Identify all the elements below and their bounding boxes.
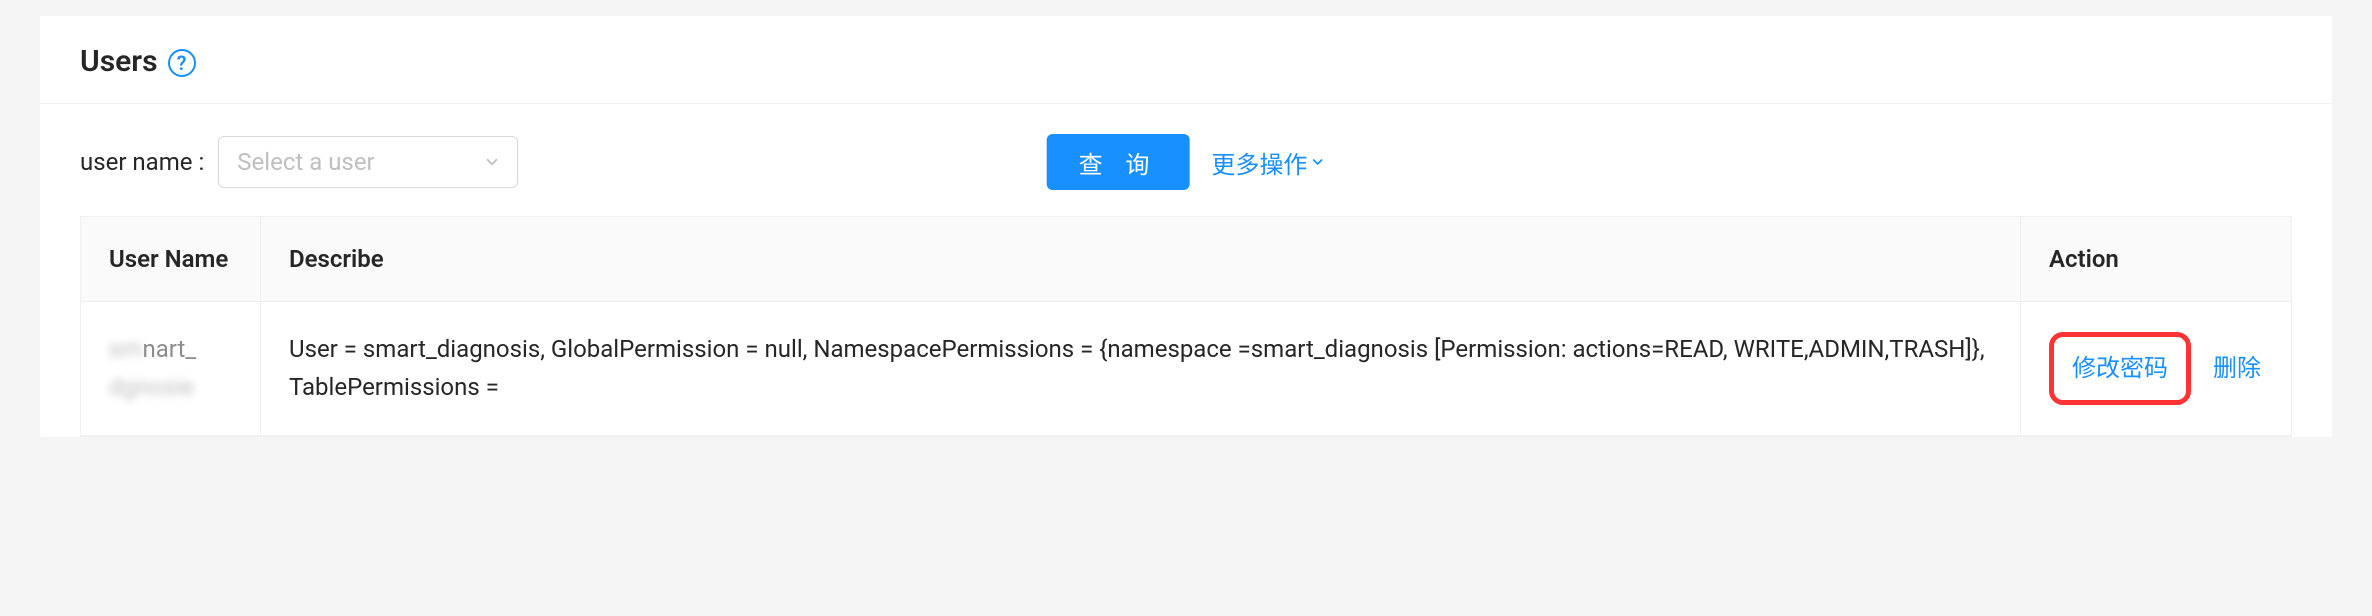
table-header-row: User Name Describe Action [81,217,2291,302]
help-icon[interactable]: ? [168,49,196,77]
user-name-label: user name : [80,148,204,176]
table-row: smnart_ dgnosie User = smart_diagnosis, … [81,302,2291,436]
col-header-describe: Describe [261,217,2021,302]
change-password-highlight: 修改密码 [2049,332,2191,404]
users-table: User Name Describe Action smnart_ dgnosi… [80,216,2292,437]
page-title: Users [80,44,158,79]
username-blur-line2: dgnosie [109,368,232,406]
col-header-username: User Name [81,217,261,302]
username-blur-prefix: sm [109,335,142,363]
cell-action: 修改密码 删除 [2021,302,2291,436]
users-card: Users ? user name : Select a user 查 询 更多… [40,16,2332,437]
chevron-down-icon [1309,148,1325,176]
cell-describe: User = smart_diagnosis, GlobalPermission… [261,302,2021,436]
table-wrap: User Name Describe Action smnart_ dgnosi… [40,216,2332,437]
user-select-placeholder: Select a user [237,148,374,176]
center-controls: 查 询 更多操作 [1047,134,1326,190]
query-button[interactable]: 查 询 [1047,134,1190,190]
cell-username: smnart_ dgnosie [81,302,261,436]
user-select[interactable]: Select a user [218,136,518,188]
col-header-action: Action [2021,217,2291,302]
toolbar: user name : Select a user 查 询 更多操作 [40,104,2332,216]
card-header: Users ? [40,16,2332,104]
chevron-down-icon [483,153,501,171]
delete-link[interactable]: 删除 [2213,349,2261,387]
username-visible: nart_ [142,335,196,363]
more-actions-label: 更多操作 [1211,145,1307,180]
change-password-link[interactable]: 修改密码 [2072,349,2168,387]
more-actions-dropdown[interactable]: 更多操作 [1211,145,1325,180]
